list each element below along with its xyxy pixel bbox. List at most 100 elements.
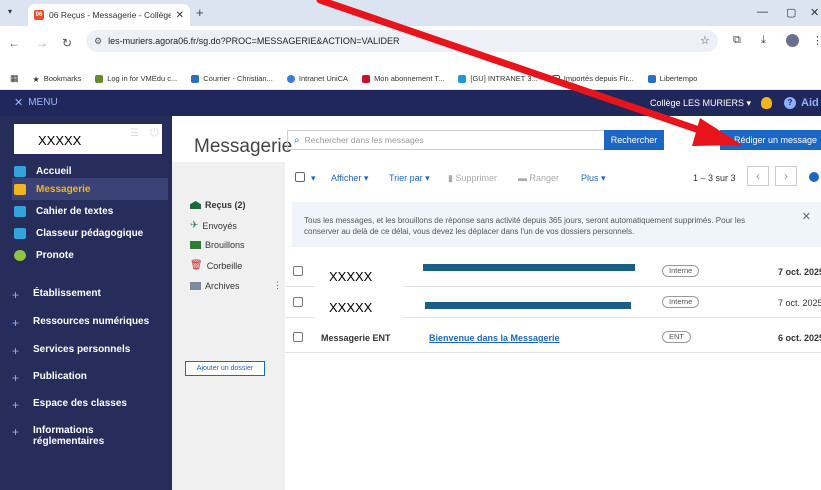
table-row[interactable]: Messagerie ENT Bienvenue dans la Message…: [285, 323, 821, 353]
sidebar-section-classes[interactable]: + Espace des classes: [12, 398, 168, 412]
table-row[interactable]: XXXXX Interne 7 oct. 2025: [285, 257, 821, 291]
more-options-icon[interactable]: ⋮: [273, 280, 282, 291]
sidebar-section-publication[interactable]: + Publication: [12, 371, 168, 385]
folder-icon: ▬: [518, 173, 530, 183]
expand-icon: +: [12, 425, 20, 439]
notebook-icon: [14, 205, 26, 217]
bookmark-item[interactable]: Libertempo: [647, 74, 697, 83]
forward-icon[interactable]: →: [36, 36, 48, 50]
browser-tab[interactable]: 06 06 Reçus - Messagerie - Collège LE ✕: [28, 4, 190, 26]
settings-sliders-icon[interactable]: ☰: [130, 128, 139, 139]
pagination-label: 1 – 3 sur 3: [693, 173, 736, 183]
folder-archives[interactable]: Archives: [190, 281, 240, 291]
message-subject[interactable]: Bienvenue dans la Messagerie: [429, 333, 560, 343]
folder-brouillons[interactable]: Brouillons: [190, 240, 245, 250]
folder-icon: [190, 241, 201, 249]
sidebar: XXXXX ☰ ⏻ Accueil Messagerie Cahier de t…: [0, 116, 172, 490]
close-menu-icon: ✕: [14, 97, 24, 109]
folder-list: Reçus (2) ✈ Envoyés Brouillons 🗑 Corbeil…: [172, 162, 285, 490]
page-title: Messagerie: [194, 136, 293, 157]
menu-toggle-button[interactable]: ✕ MENU: [14, 96, 58, 109]
notifications-icon[interactable]: [761, 97, 772, 109]
ranger-button[interactable]: ▬ Ranger: [518, 173, 559, 183]
tab-search-icon[interactable]: ▾: [8, 7, 12, 16]
search-button[interactable]: Rechercher: [604, 130, 664, 150]
sidebar-section-etablissement[interactable]: + Établissement: [12, 288, 168, 302]
next-page-button[interactable]: ›: [775, 166, 797, 186]
sidebar-item-classeur[interactable]: Classeur pédagogique: [12, 222, 168, 244]
supprimer-button[interactable]: ▮ Supprimer: [448, 173, 497, 184]
close-window-icon[interactable]: ✕: [810, 6, 819, 19]
extensions-icon[interactable]: ⧉: [733, 34, 741, 47]
url-field[interactable]: ⚙ les-muriers.agora06.fr/sg.do?PROC=MESS…: [86, 30, 718, 52]
main-content: Messagerie ⌕ Rechercher dans les message…: [172, 116, 821, 490]
site-favicon-icon: 06: [34, 10, 44, 20]
libertempo-icon: [647, 74, 656, 83]
close-icon[interactable]: ✕: [802, 212, 811, 223]
expand-icon: +: [12, 398, 20, 412]
download-icon[interactable]: ⤓: [761, 34, 766, 47]
message-tag: Interne: [662, 265, 700, 277]
trier-button[interactable]: Trier par ▾: [389, 173, 430, 184]
gu-icon: [458, 74, 467, 83]
power-icon[interactable]: ⏻: [150, 127, 159, 140]
table-row[interactable]: XXXXX Interne 7 oct. 2025: [285, 288, 821, 322]
college-selector[interactable]: Collège LES MURIERS ▾: [650, 98, 751, 109]
message-tag: Interne: [662, 296, 700, 308]
prev-page-button[interactable]: ‹: [747, 166, 769, 186]
afficher-button[interactable]: Afficher ▾: [331, 173, 368, 184]
message-date: 7 oct. 2025: [778, 298, 821, 308]
site-info-icon[interactable]: ⚙: [94, 36, 102, 47]
help-link[interactable]: Aid: [801, 97, 819, 109]
search-input[interactable]: ⌕ Rechercher dans les messages: [287, 130, 605, 150]
trash-icon: 🗑: [190, 260, 203, 271]
back-icon[interactable]: ←: [8, 36, 20, 50]
message-checkbox[interactable]: [293, 332, 303, 342]
browser-tab-bar: ▾ 06 06 Reçus - Messagerie - Collège LE …: [0, 0, 821, 26]
message-checkbox[interactable]: [293, 266, 303, 276]
message-sender: Messagerie ENT: [321, 333, 391, 343]
plus-button[interactable]: Plus ▾: [581, 173, 606, 184]
bookmark-item[interactable]: [GU] INTRANET 3...: [458, 74, 538, 83]
mail-icon: [14, 183, 26, 195]
search-icon: ⌕: [294, 134, 300, 146]
tab-close-icon[interactable]: ✕: [176, 10, 184, 21]
bookmark-item[interactable]: Courrier - Christian...: [191, 74, 273, 83]
profile-avatar[interactable]: [786, 34, 799, 47]
apps-grid-icon[interactable]: ▦: [10, 73, 19, 84]
minimize-icon[interactable]: —: [757, 6, 768, 18]
folder-envoyes[interactable]: ✈ Envoyés: [190, 220, 237, 231]
bookmark-item[interactable]: Log in for VMEdu c...: [95, 74, 177, 83]
add-folder-button[interactable]: Ajouter un dossier: [185, 361, 265, 376]
message-sender: XXXXX: [315, 290, 403, 322]
bookmark-item[interactable]: Intranet UniCA: [286, 74, 348, 83]
menu-label: MENU: [28, 97, 58, 108]
sidebar-section-ressources[interactable]: + Ressources numériques: [12, 316, 168, 330]
new-tab-icon[interactable]: +: [196, 5, 204, 20]
help-icon[interactable]: ?: [784, 97, 796, 109]
compose-button[interactable]: Rédiger un message: [720, 130, 821, 150]
select-all-checkbox[interactable]: [295, 172, 305, 182]
reload-icon[interactable]: ↻: [62, 36, 72, 50]
message-checkbox[interactable]: [293, 297, 303, 307]
browser-menu-icon[interactable]: ⋮: [812, 34, 821, 47]
sidebar-section-informations[interactable]: + Informations réglementaires: [12, 425, 132, 447]
folder-recus[interactable]: Reçus (2): [190, 200, 246, 210]
settings-gear-icon[interactable]: [809, 172, 819, 182]
tab-title: 06 Reçus - Messagerie - Collège LE: [49, 10, 171, 20]
folder-corbeille[interactable]: 🗑 Corbeille: [190, 260, 242, 271]
bookmark-item[interactable]: Mon abonnement T...: [362, 74, 444, 83]
sidebar-item-messagerie[interactable]: Messagerie: [12, 178, 168, 200]
bookmark-star-icon[interactable]: ☆: [700, 34, 710, 47]
sidebar-item-pronote[interactable]: Pronote: [12, 244, 168, 266]
maximize-icon[interactable]: ▢: [786, 6, 796, 19]
folder-icon: [551, 74, 560, 83]
bookmark-item[interactable]: Importés depuis Fir...: [551, 74, 634, 83]
bookmark-item[interactable]: ★ Bookmarks: [32, 74, 82, 84]
sidebar-item-cahier[interactable]: Cahier de textes: [12, 200, 168, 222]
sidebar-section-services[interactable]: + Services personnels: [12, 344, 168, 358]
star-icon: ★: [32, 74, 40, 84]
retention-notice: Tous les messages, et les brouillons de …: [292, 202, 821, 247]
redacted-subject: [425, 302, 631, 309]
select-dropdown-icon[interactable]: ▾: [311, 173, 316, 184]
